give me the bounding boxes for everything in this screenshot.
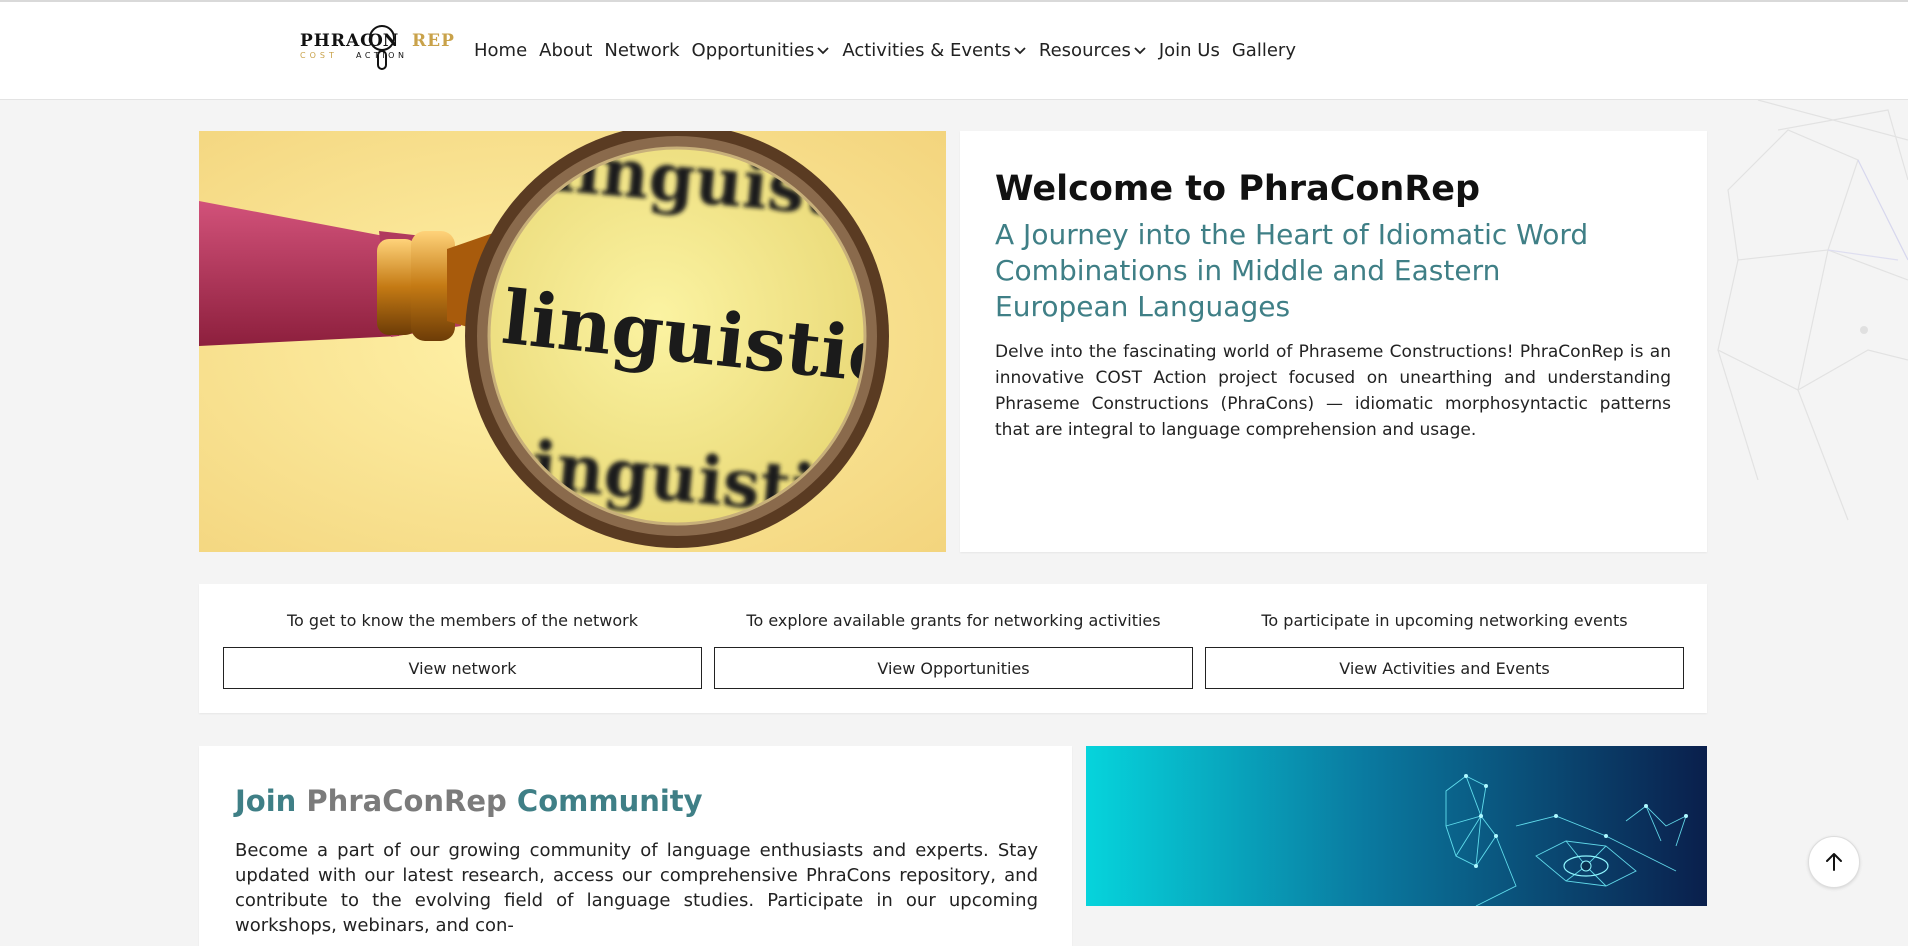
view-opportunities-button[interactable]: View Opportunities: [714, 647, 1193, 689]
nav-home[interactable]: Home: [474, 40, 527, 61]
join-title-mid: PhraConRep: [306, 784, 507, 818]
cta-events: To participate in upcoming networking ev…: [1205, 611, 1684, 689]
nav-join-label: Join Us: [1158, 40, 1220, 61]
nav-gallery-label: Gallery: [1231, 40, 1296, 61]
welcome-card: Welcome to PhraConRep A Journey into the…: [960, 131, 1707, 552]
logo-text-rep: REP: [412, 31, 455, 51]
chevron-down-icon: [817, 46, 829, 54]
nav-activities-events[interactable]: Activities & Events: [842, 40, 1027, 61]
view-network-button[interactable]: View network: [223, 647, 702, 689]
cta-events-label: To participate in upcoming networking ev…: [1261, 611, 1628, 630]
join-title-end: Community: [516, 784, 703, 818]
nav-home-label: Home: [474, 40, 528, 61]
cta-network: To get to know the members of the networ…: [223, 611, 702, 689]
back-to-top-button[interactable]: [1808, 836, 1860, 888]
welcome-body: Delve into the fascinating world of Phra…: [995, 342, 1671, 440]
logo-text-cost: COST: [300, 51, 338, 60]
network-face-image: [1086, 746, 1707, 906]
site-logo[interactable]: PHRAC ON REP COST ACTION: [300, 24, 455, 80]
cta-opportunities-label: To explore available grants for networki…: [746, 611, 1161, 630]
welcome-subtitle: A Journey into the Heart of Idiomatic Wo…: [995, 218, 1589, 323]
join-title: Join PhraConRep Community: [235, 784, 703, 818]
nav-activities-label: Activities & Events: [842, 40, 1011, 61]
view-activities-events-button[interactable]: View Activities and Events: [1205, 647, 1684, 689]
nav-about-label: About: [539, 40, 593, 61]
nav-network-label: Network: [604, 40, 680, 61]
nav-about[interactable]: About: [539, 40, 592, 61]
nav-resources-label: Resources: [1038, 40, 1131, 61]
join-title-start: Join: [235, 784, 297, 818]
cta-section: To get to know the members of the networ…: [199, 584, 1707, 713]
join-community-card: Join PhraConRep Community Become a part …: [199, 746, 1072, 946]
hero-image-linguistics: linguisti linguistics inguisti: [199, 131, 946, 552]
nav-resources[interactable]: Resources: [1039, 40, 1147, 61]
nav-opportunities[interactable]: Opportunities: [692, 40, 831, 61]
main-nav: Home About Network Opportunities Activit…: [474, 40, 1308, 61]
nav-gallery[interactable]: Gallery: [1232, 40, 1296, 61]
welcome-title: Welcome to PhraConRep: [995, 169, 1481, 209]
logo-text-action: ACTION: [356, 51, 407, 60]
cta-opportunities: To explore available grants for networki…: [714, 611, 1193, 689]
arrow-up-icon: [1826, 853, 1842, 871]
logo-text-phrac: PHRAC: [300, 31, 375, 51]
chevron-down-icon: [1134, 46, 1146, 54]
site-header: PHRAC ON REP COST ACTION Home About Netw…: [0, 2, 1908, 100]
join-body: Become a part of our growing community o…: [235, 840, 1038, 936]
nav-opportunities-label: Opportunities: [691, 40, 815, 61]
nav-network[interactable]: Network: [604, 40, 679, 61]
cta-network-label: To get to know the members of the networ…: [287, 611, 638, 630]
nav-join-us[interactable]: Join Us: [1159, 40, 1220, 61]
chevron-down-icon: [1014, 46, 1026, 54]
